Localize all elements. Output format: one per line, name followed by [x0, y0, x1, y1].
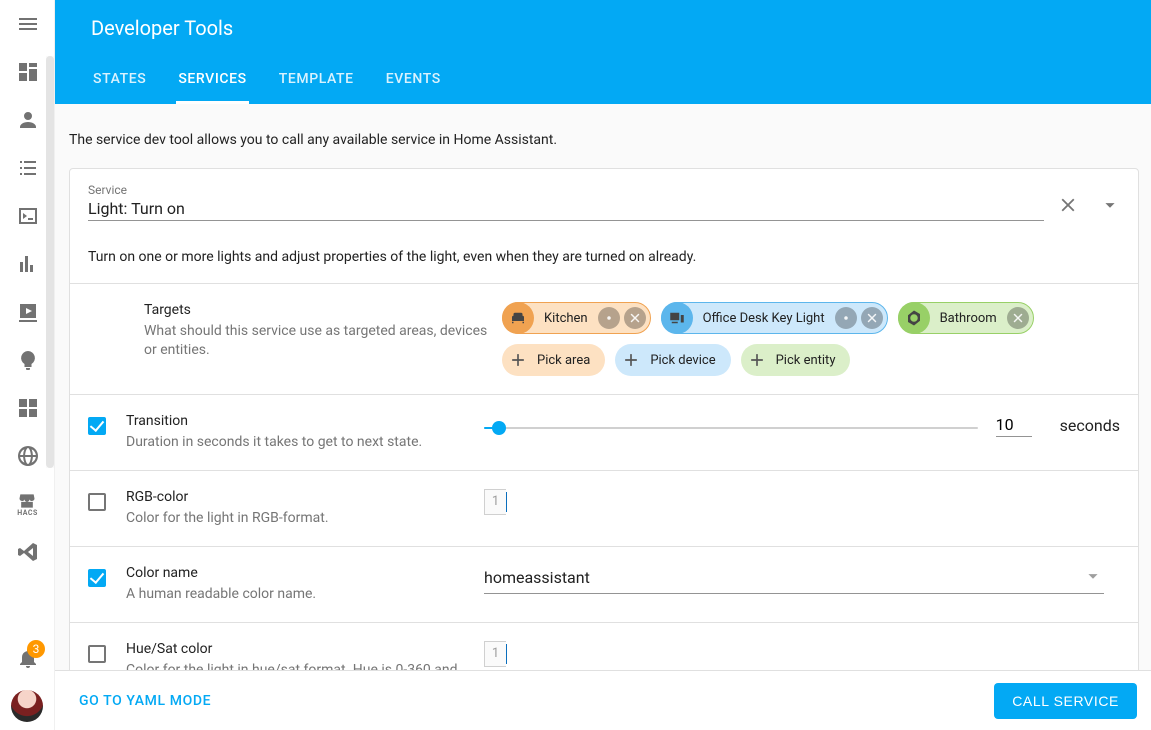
service-select[interactable]: Service Light: Turn on	[88, 183, 1044, 221]
close-icon	[1057, 194, 1079, 216]
nav-vscode[interactable]	[0, 528, 54, 576]
service-description: Turn on one or more lights and adjust pr…	[70, 231, 1138, 283]
panels-icon	[16, 396, 40, 420]
main-area: Developer Tools STATES SERVICES TEMPLATE…	[55, 0, 1151, 730]
targets-sub: What should this service use as targeted…	[144, 322, 492, 360]
service-dropdown-button[interactable]	[1098, 193, 1122, 217]
rgb-sub: Color for the light in RGB-format.	[126, 509, 474, 528]
tabs: STATES SERVICES TEMPLATE EVENTS	[55, 56, 1151, 104]
tab-events[interactable]: EVENTS	[384, 56, 443, 104]
target-chip-device: Office Desk Key Light	[661, 302, 888, 334]
target-device-edit[interactable]	[835, 307, 857, 329]
plus-icon	[747, 350, 767, 370]
notifications-button[interactable]: 3	[0, 634, 55, 682]
intro-text: The service dev tool allows you to call …	[69, 132, 1139, 168]
target-chip-device-label: Office Desk Key Light	[693, 311, 835, 326]
targets-title: Targets	[144, 302, 492, 318]
target-chip-area-label: Kitchen	[534, 311, 598, 326]
close-icon	[1011, 311, 1025, 325]
pick-entity-button[interactable]: Pick entity	[741, 344, 851, 376]
colorname-title: Color name	[126, 565, 474, 581]
pick-device-button[interactable]: Pick device	[615, 344, 730, 376]
huesat-value: 1	[484, 641, 506, 667]
tab-services[interactable]: SERVICES	[176, 56, 248, 104]
device-icon	[668, 309, 686, 327]
service-clear-button[interactable]	[1056, 193, 1080, 217]
media-icon	[16, 300, 40, 324]
huesat-checkbox[interactable]	[88, 645, 106, 663]
menu-toggle[interactable]	[0, 0, 54, 48]
pick-device-label: Pick device	[646, 353, 729, 368]
dashboard-icon	[16, 60, 40, 84]
globe-icon	[16, 444, 40, 468]
target-chip-entity: Bathroom	[898, 302, 1034, 334]
huesat-title: Hue/Sat color	[126, 641, 474, 657]
transition-slider[interactable]	[484, 427, 978, 429]
call-service-button[interactable]: CALL SERVICE	[994, 683, 1137, 719]
target-chip-entity-label: Bathroom	[930, 311, 1007, 326]
pick-entity-label: Pick entity	[772, 353, 850, 368]
bar-chart-icon	[16, 252, 40, 276]
chip-icon	[16, 348, 40, 372]
close-icon	[865, 311, 879, 325]
pick-area-button[interactable]: Pick area	[502, 344, 605, 376]
go-to-yaml-button[interactable]: GO TO YAML MODE	[69, 685, 221, 717]
hex-icon	[905, 309, 923, 327]
colorname-select[interactable]: homeassistant	[484, 565, 1104, 594]
hacs-label: HACS	[17, 509, 38, 517]
rail-scrollbar[interactable]	[46, 56, 54, 468]
colorname-sub: A human readable color name.	[126, 585, 474, 604]
target-area-edit[interactable]	[598, 307, 620, 329]
hamburger-icon	[16, 12, 40, 36]
footer-bar: GO TO YAML MODE CALL SERVICE	[55, 670, 1151, 730]
service-field-label: Service	[88, 183, 1044, 197]
sidebar-rail: HACS 3	[0, 0, 55, 730]
rgb-title: RGB-color	[126, 489, 474, 505]
transition-value-input[interactable]	[996, 413, 1032, 437]
nav-hacs[interactable]: HACS	[0, 480, 54, 528]
target-area-remove[interactable]	[624, 307, 646, 329]
huesat-sub: Color for the light in hue/sat format. H…	[126, 661, 474, 670]
plus-icon	[621, 350, 641, 370]
huesat-stepper[interactable]: 1	[484, 641, 507, 667]
transition-unit: seconds	[1060, 416, 1120, 435]
rgb-checkbox[interactable]	[88, 493, 106, 511]
caret-down-icon	[1099, 194, 1121, 216]
rgb-value: 1	[484, 489, 506, 515]
app-header: Developer Tools STATES SERVICES TEMPLATE…	[55, 0, 1151, 104]
caret-down-icon	[1082, 565, 1104, 587]
tab-template[interactable]: TEMPLATE	[277, 56, 356, 104]
store-icon	[17, 491, 37, 511]
pick-area-label: Pick area	[533, 353, 604, 368]
page-title: Developer Tools	[91, 16, 233, 40]
list-icon	[16, 156, 40, 180]
eye-icon	[602, 311, 616, 325]
transition-slider-thumb[interactable]	[492, 421, 506, 435]
transition-title: Transition	[126, 413, 474, 429]
notification-badge: 3	[27, 640, 45, 658]
eye-icon	[839, 311, 853, 325]
colorname-value: homeassistant	[484, 568, 1082, 587]
terminal-icon	[16, 204, 40, 228]
target-device-remove[interactable]	[861, 307, 883, 329]
content: The service dev tool allows you to call …	[55, 104, 1151, 670]
target-chip-area: Kitchen	[502, 302, 651, 334]
service-field-value: Light: Turn on	[88, 199, 1044, 218]
close-icon	[628, 311, 642, 325]
plus-icon	[508, 350, 528, 370]
tab-states[interactable]: STATES	[91, 56, 148, 104]
colorname-checkbox[interactable]	[88, 569, 106, 587]
service-card: Service Light: Turn on Turn on one or mo…	[69, 168, 1139, 670]
user-avatar[interactable]	[11, 690, 43, 722]
person-icon	[16, 108, 40, 132]
rgb-stepper[interactable]: 1	[484, 489, 507, 515]
target-entity-remove[interactable]	[1007, 307, 1029, 329]
transition-checkbox[interactable]	[88, 417, 106, 435]
vscode-icon	[16, 540, 40, 564]
transition-sub: Duration in seconds it takes to get to n…	[126, 433, 474, 452]
sofa-icon	[509, 309, 527, 327]
